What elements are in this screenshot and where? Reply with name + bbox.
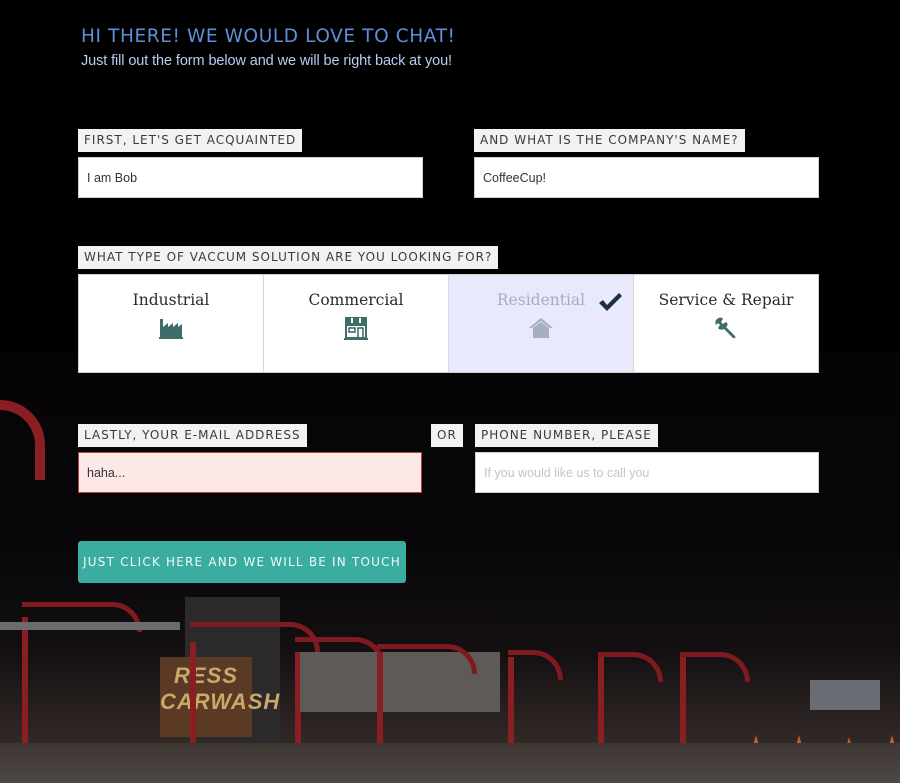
checkmark-icon bbox=[599, 293, 622, 311]
phone-input[interactable] bbox=[475, 452, 819, 493]
option-commercial[interactable]: Commercial bbox=[264, 275, 449, 372]
company-label: AND WHAT IS THE COMPANY'S NAME? bbox=[474, 129, 745, 152]
company-input[interactable] bbox=[474, 157, 819, 198]
page-subtitle: Just fill out the form below and we will… bbox=[81, 53, 452, 69]
submit-button[interactable]: JUST CLICK HERE AND WE WILL BE IN TOUCH bbox=[78, 541, 406, 583]
name-input[interactable] bbox=[78, 157, 423, 198]
email-label: LASTLY, YOUR E-MAIL ADDRESS bbox=[78, 424, 307, 447]
name-label: FIRST, LET'S GET ACQUAINTED bbox=[78, 129, 303, 152]
solution-type-label: WHAT TYPE OF VACCUM SOLUTION ARE YOU LOO… bbox=[78, 246, 499, 269]
option-residential[interactable]: Residential bbox=[449, 275, 634, 372]
option-service-repair[interactable]: Service & Repair bbox=[634, 275, 818, 372]
page-title: HI THERE! WE WOULD LOVE TO CHAT! bbox=[81, 26, 456, 47]
email-input[interactable] bbox=[78, 452, 422, 493]
option-label: Service & Repair bbox=[658, 291, 794, 309]
solution-type-options: Industrial Commercial Residential Servic… bbox=[78, 274, 819, 373]
phone-label: PHONE NUMBER, PLEASE bbox=[475, 424, 658, 447]
or-separator: OR bbox=[431, 424, 463, 447]
option-label: Commercial bbox=[308, 291, 404, 309]
contact-form-page: HI THERE! WE WOULD LOVE TO CHAT! Just fi… bbox=[0, 0, 900, 783]
option-industrial[interactable]: Industrial bbox=[79, 275, 264, 372]
house-icon bbox=[529, 318, 553, 338]
option-label: Residential bbox=[496, 291, 586, 309]
option-label: Industrial bbox=[132, 291, 210, 309]
wrench-icon bbox=[715, 317, 736, 339]
storefront-icon bbox=[344, 317, 368, 340]
factory-icon bbox=[159, 319, 183, 339]
